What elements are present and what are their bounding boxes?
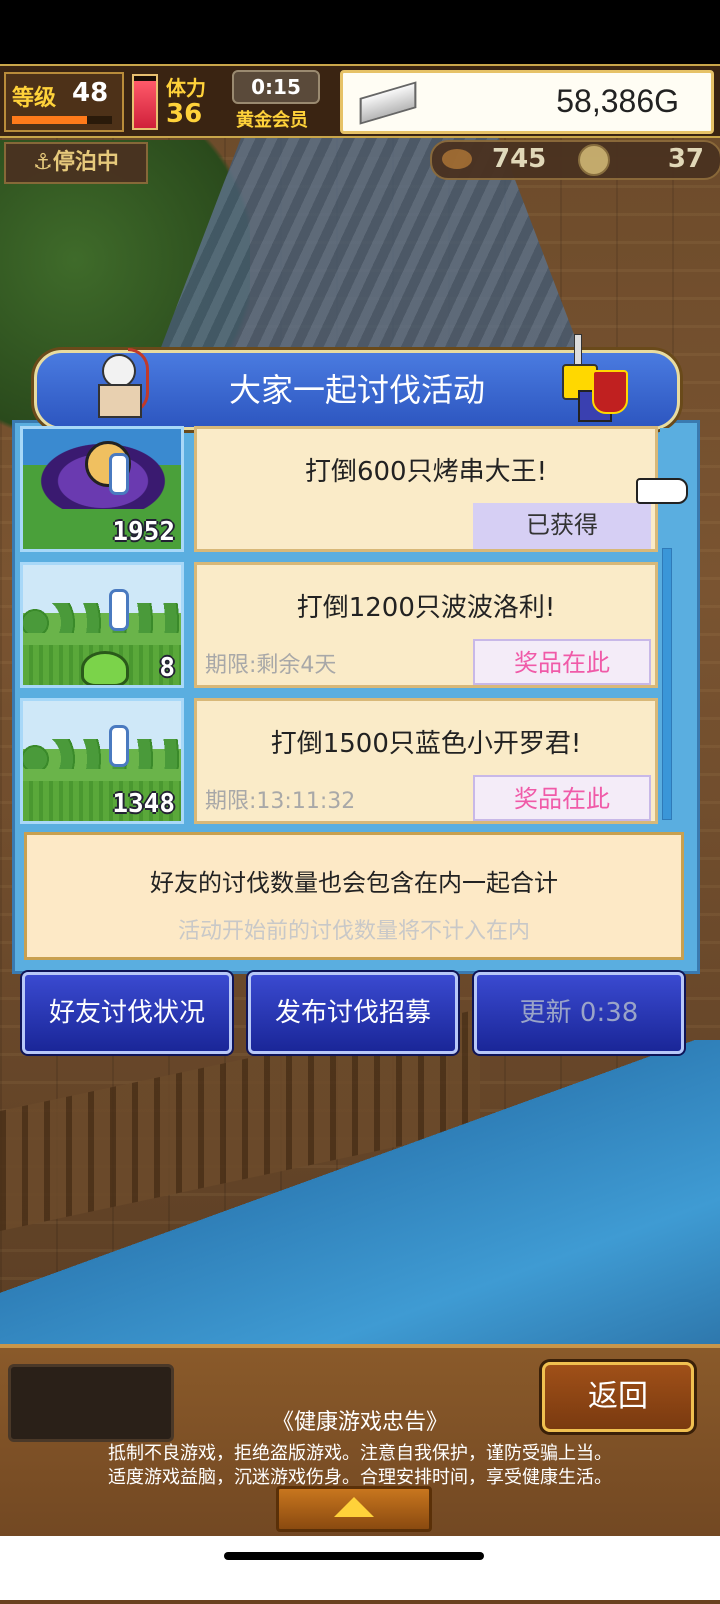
mission-row[interactable]: 1952 打倒600只烤串大王! 已获得 xyxy=(20,426,666,556)
exp-bar xyxy=(12,116,112,124)
mission-deadline: 期限:13:11:32 xyxy=(205,789,356,814)
meat-icon xyxy=(442,149,472,169)
mission-title: 打倒1500只蓝色小开罗君! xyxy=(270,729,582,759)
info-line-2: 活动开始前的讨伐数量将不计入在内 xyxy=(177,919,530,944)
notice-line-1: 抵制不良游戏，拒绝盗版游戏。注意自我保护，谨防受骗上当。 xyxy=(108,1443,612,1464)
stamina-value: 36 xyxy=(166,99,203,129)
top-hud: 等级 48 体力 36 0:15 黄金会员 58,386G xyxy=(0,64,720,138)
stamina-timer: 0:15 xyxy=(232,70,320,104)
sea-water xyxy=(0,1040,720,1380)
stamina-label: 体力 xyxy=(166,76,206,100)
money-display: 58,386G xyxy=(340,70,714,134)
knight-character-icon xyxy=(558,334,634,422)
event-info-box: 好友的讨伐数量也会包含在内一起合计 活动开始前的讨伐数量将不计入在内 xyxy=(24,832,684,960)
stamina-box: 体力 36 xyxy=(166,72,238,129)
mission-thumbnail: 8 xyxy=(20,562,184,688)
friend-status-button[interactable]: 好友讨伐状况 xyxy=(22,972,232,1054)
slime-icon xyxy=(81,651,129,685)
arrow-up-icon xyxy=(334,1497,374,1517)
moored-status: ⚓停泊中 xyxy=(4,142,148,184)
refresh-button[interactable]: 更新 0:38 xyxy=(474,972,684,1054)
archer-character-icon xyxy=(88,346,149,420)
stamina-gauge xyxy=(132,74,158,130)
coin-count: 37 xyxy=(667,144,704,174)
defeat-count: 1348 xyxy=(112,789,175,819)
mission-row[interactable]: 1348 打倒1500只蓝色小开罗君! 期限:13:11:32 奖品在此 xyxy=(20,698,666,828)
mission-title: 打倒1200只波波洛利! xyxy=(296,593,556,623)
mission-row[interactable]: 8 打倒1200只波波洛利! 期限:剩余4天 奖品在此 xyxy=(20,562,666,692)
mission-title: 打倒600只烤串大王! xyxy=(304,457,548,487)
health-notice: 《健康游戏忠告》 抵制不良游戏，拒绝盗版游戏。注意自我保护，谨防受骗上当。 适度… xyxy=(0,1404,720,1490)
mission-card: 打倒1200只波波洛利! 期限:剩余4天 奖品在此 xyxy=(194,562,658,688)
status-bar-area xyxy=(0,0,720,64)
home-indicator[interactable] xyxy=(224,1552,484,1560)
mission-deadline: 期限:剩余4天 xyxy=(205,653,337,678)
system-nav-area xyxy=(0,1536,720,1600)
prize-button[interactable]: 奖品在此 xyxy=(473,639,651,685)
coin-icon xyxy=(578,144,610,176)
exclamation-icon xyxy=(109,453,129,495)
info-line-1: 好友的讨伐数量也会包含在内一起合计 xyxy=(150,869,558,897)
post-recruit-button[interactable]: 发布讨伐招募 xyxy=(248,972,458,1054)
mission-card: 打倒600只烤串大王! 已获得 xyxy=(194,426,658,552)
membership-badge[interactable]: 黄金会员 xyxy=(236,106,308,132)
resource-bar: 745 37 xyxy=(430,140,720,180)
mission-thumbnail: 1952 xyxy=(20,426,184,552)
level-box: 等级 48 xyxy=(4,72,124,132)
exclamation-icon xyxy=(109,725,129,767)
expand-button[interactable] xyxy=(276,1486,432,1532)
level-value: 48 xyxy=(72,78,109,108)
defeat-count: 8 xyxy=(159,653,175,683)
mission-thumbnail: 1348 xyxy=(20,698,184,824)
mission-card: 打倒1500只蓝色小开罗君! 期限:13:11:32 奖品在此 xyxy=(194,698,658,824)
level-label: 等级 xyxy=(12,86,57,111)
silver-ingot-icon xyxy=(359,81,417,125)
prize-button[interactable]: 奖品在此 xyxy=(473,775,651,821)
defeat-count: 1952 xyxy=(112,517,175,547)
notice-title: 《健康游戏忠告》 xyxy=(271,1410,448,1435)
exclamation-icon xyxy=(109,589,129,631)
obtained-button[interactable]: 已获得 xyxy=(473,503,651,549)
meat-count: 745 xyxy=(492,144,547,174)
pointing-hand-icon xyxy=(636,478,688,504)
money-value: 58,386G xyxy=(556,83,679,119)
action-bar: 好友讨伐状况 发布讨伐招募 更新 0:38 xyxy=(20,972,700,1054)
